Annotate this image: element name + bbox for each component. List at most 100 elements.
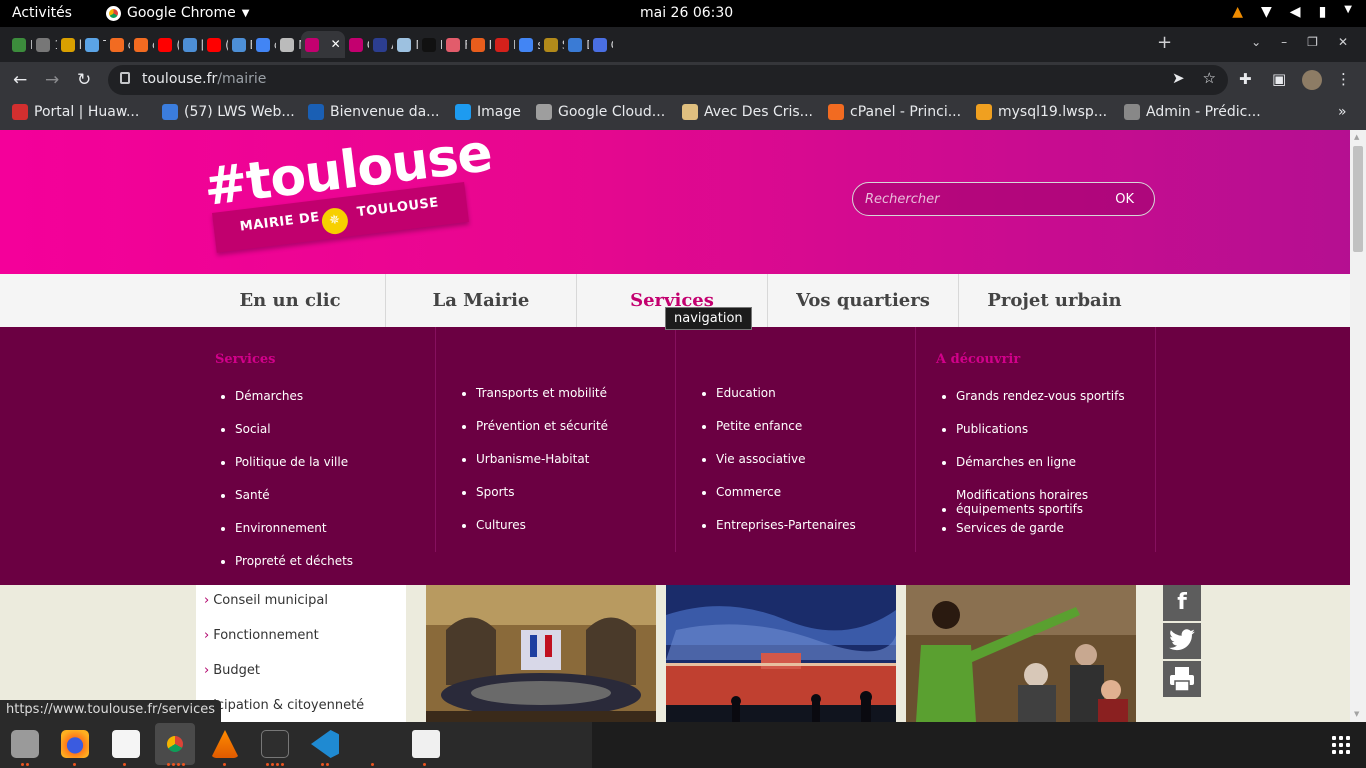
activities-button[interactable]: Activités [12,5,72,21]
new-tab-button[interactable]: + [1157,32,1172,53]
print-button[interactable] [1163,661,1201,697]
restore-icon[interactable]: ❐ [1307,35,1318,49]
tab[interactable]: M [276,31,301,58]
bookmark-item[interactable]: cPanel - Princi... [828,104,961,120]
bookmark-star-icon[interactable]: ☆ [1203,69,1216,87]
app-menu[interactable]: Google Chrome ▼ [106,5,249,21]
tab[interactable]: 1 [32,31,57,58]
bookmark-item[interactable]: mysql19.lwsp... [976,104,1107,120]
side-menu-item[interactable]: ›icipation & citoyenneté [204,698,364,713]
nav-item-en-un-clic[interactable]: En un clic [195,274,386,327]
tab-active[interactable]: ✕ [300,31,345,58]
menu-link[interactable]: Transports et mobilité [476,386,646,419]
scroll-up-icon[interactable]: ▲ [1354,133,1359,141]
menu-link[interactable]: Social [235,422,405,455]
chrome-menu-icon[interactable]: ⋮ [1336,70,1351,88]
bookmark-item[interactable]: (57) LWS Web... [162,104,295,120]
menu-link[interactable]: Services de garde [956,521,1126,554]
side-menu-item[interactable]: › Fonctionnement [204,628,319,643]
menu-link[interactable]: Démarches en ligne [956,455,1126,488]
tab[interactable]: [( [179,31,203,58]
side-panel-icon[interactable]: ▣ [1272,70,1286,88]
address-bar[interactable]: toulouse.fr/mairie ➤ ☆ [108,65,1228,95]
lock-icon[interactable] [120,72,130,84]
tab[interactable]: T [81,31,106,58]
menu-link[interactable]: Démarches [235,389,405,422]
menu-link[interactable]: Propreté et déchets [235,554,405,587]
chrome-dock-icon[interactable] [161,730,189,758]
tab[interactable]: C [589,31,613,58]
menu-link[interactable]: Vie associative [716,452,886,485]
tab[interactable]: ( [203,31,228,58]
public-meeting-photo[interactable] [906,585,1136,722]
facebook-share-button[interactable]: f [1163,585,1201,621]
tab[interactable]: F [442,31,467,58]
send-to-device-icon[interactable]: ➤ [1172,69,1185,87]
tab[interactable]: A [369,31,393,58]
profile-avatar[interactable] [1302,70,1322,90]
tab[interactable]: M [393,31,418,58]
bookmark-item[interactable]: Google Cloud... [536,104,665,120]
system-tray[interactable]: ▲ ▼ ◀ ▮ ▼ [1232,4,1352,20]
tab[interactable]: cl [106,31,130,58]
bookmarks-overflow-button[interactable]: » [1338,104,1347,120]
bookmark-item[interactable]: Image [455,104,521,120]
url-text[interactable]: toulouse.fr/mairie [142,71,266,87]
reload-icon[interactable]: ↻ [77,70,91,90]
capitole-photo[interactable] [666,585,896,722]
menu-link[interactable]: Publications [956,422,1126,455]
menu-link[interactable]: Cultures [476,518,646,551]
search-input[interactable] [865,190,1085,208]
bookmark-item[interactable]: Portal | Huaw... [12,104,139,120]
menu-link[interactable]: Modifications horaires équipements sport… [956,488,1126,521]
bookmark-item[interactable]: Admin - Prédic... [1124,104,1261,120]
tab[interactable]: D [491,31,515,58]
tab[interactable]: c [252,31,276,58]
menu-heading-services[interactable]: Services [215,352,276,367]
tab-search-icon[interactable]: ⌄ [1251,35,1261,49]
extensions-icon[interactable]: ✚ [1239,70,1252,88]
menu-link[interactable]: Entreprises-Partenaires [716,518,886,551]
tab[interactable]: B [228,31,252,58]
menu-link[interactable]: Prévention et sécurité [476,419,646,452]
council-chamber-photo[interactable] [426,585,656,722]
menu-link[interactable]: Environnement [235,521,405,554]
terminal-icon[interactable] [261,730,289,758]
menu-link[interactable]: Commerce [716,485,886,518]
tab[interactable]: D [467,31,491,58]
toulouse-logo[interactable]: #toulouse MAIRIE DE ✵ TOULOUSE [201,130,495,262]
twitter-share-button[interactable] [1163,623,1201,659]
menu-link[interactable]: Education [716,386,886,419]
show-applications-icon[interactable] [1332,736,1350,754]
menu-link[interactable]: Grands rendez-vous sportifs [956,389,1126,422]
tab[interactable]: H [8,31,32,58]
text-editor-icon[interactable] [112,730,140,758]
tab[interactable]: C [345,31,369,58]
forward-icon[interactable]: → [45,70,59,90]
side-menu-item[interactable]: › Budget [204,663,260,678]
nav-item-la-mairie[interactable]: La Mairie [386,274,577,327]
page-scrollbar[interactable]: ▲ ▼ [1350,130,1366,722]
tab[interactable]: cl [130,31,154,58]
menu-link[interactable]: Politique de la ville [235,455,405,488]
close-window-icon[interactable]: ✕ [1338,35,1348,49]
bookmark-item[interactable]: Bienvenue da... [308,104,440,120]
scroll-down-icon[interactable]: ▼ [1354,710,1359,718]
firefox-icon[interactable] [61,730,89,758]
menu-link[interactable]: Sports [476,485,646,518]
clock[interactable]: mai 26 06:30 [640,5,733,21]
nav-item-projet-urbain[interactable]: Projet urbain [959,274,1150,327]
nav-item-vos-quartiers[interactable]: Vos quartiers [768,274,959,327]
tab[interactable]: s [515,31,540,58]
tab[interactable]: S [540,31,564,58]
search-ok-button[interactable]: OK [1115,192,1134,207]
menu-link[interactable]: Petite enfance [716,419,886,452]
tab[interactable]: lc [57,31,81,58]
menu-link[interactable]: Santé [235,488,405,521]
minimize-icon[interactable]: – [1281,35,1287,49]
tab[interactable]: ( [154,31,179,58]
menu-heading-a-decouvrir[interactable]: A découvrir [936,352,1020,367]
menu-link[interactable]: Urbanisme-Habitat [476,452,646,485]
tab[interactable]: D [418,31,442,58]
scrollbar-thumb[interactable] [1353,146,1363,252]
